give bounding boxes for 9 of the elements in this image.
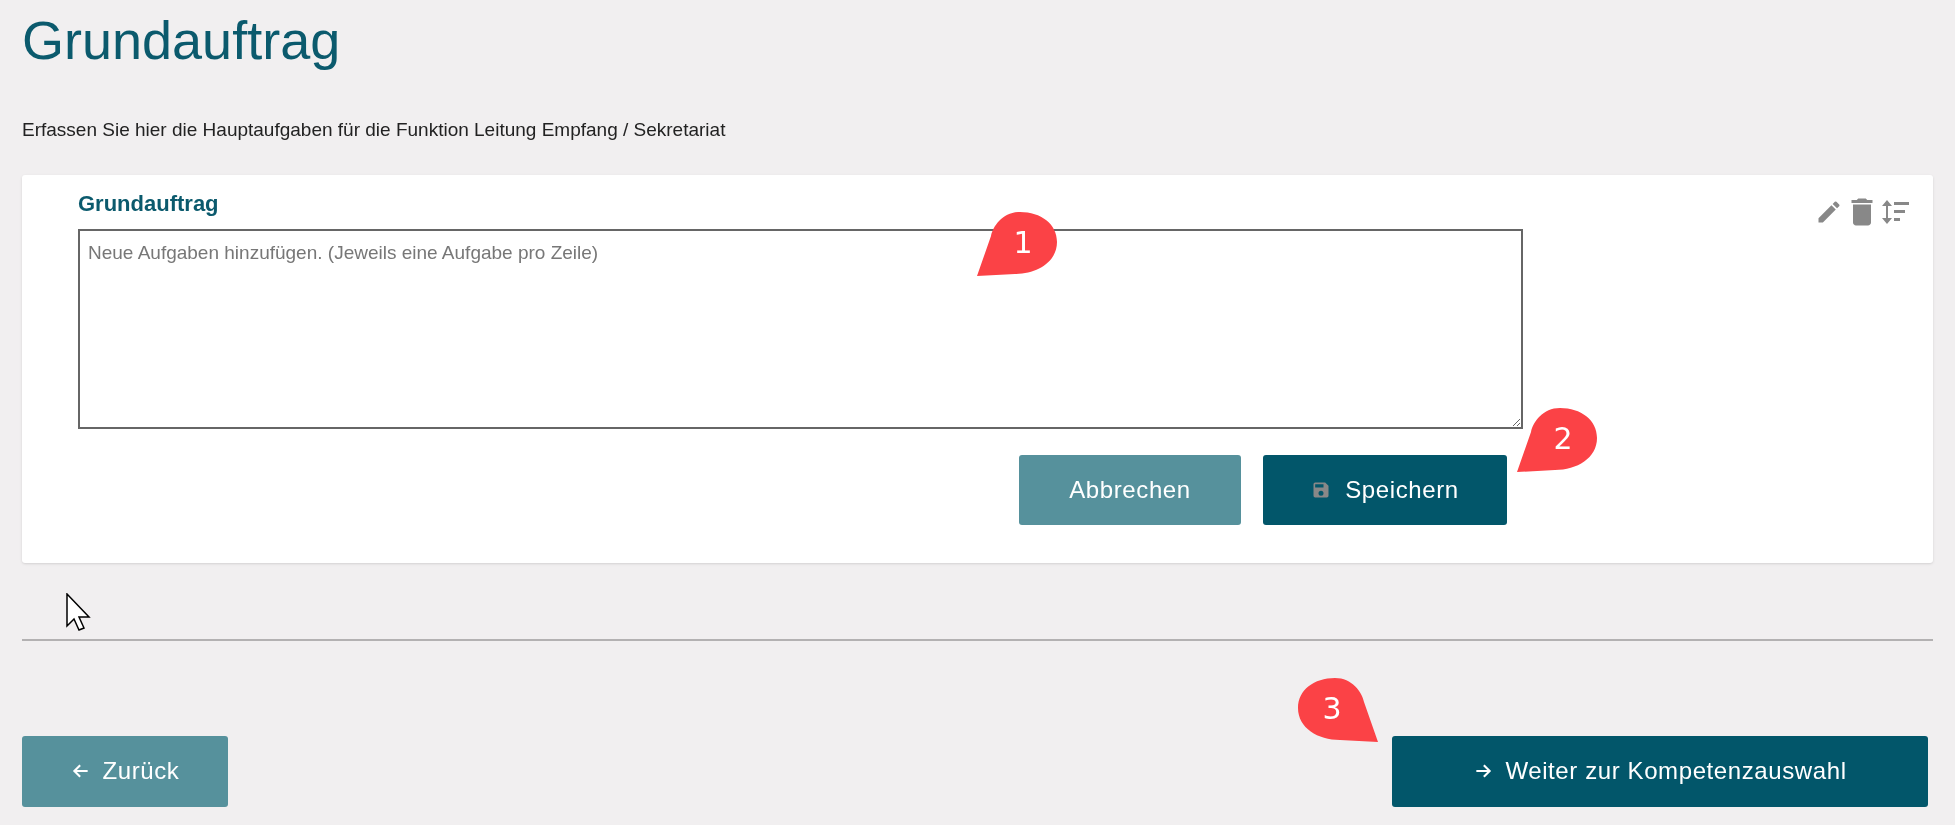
delete-icon[interactable] (1849, 196, 1875, 227)
next-button[interactable]: Weiter zur Kompetenzauswahl (1392, 735, 1928, 807)
section-label: Grundauftrag (78, 189, 219, 218)
back-button[interactable]: Zurück (22, 735, 228, 807)
cancel-button[interactable]: Abbrechen (1019, 454, 1241, 525)
page-description: Erfassen Sie hier die Hauptaufgaben für die Funktion Leitung Empfang / Sekretariat (22, 118, 726, 142)
save-button[interactable]: Speichern (1263, 454, 1507, 525)
page-title: Grundauftrag (22, 9, 341, 72)
mouse-cursor-icon (66, 593, 92, 631)
